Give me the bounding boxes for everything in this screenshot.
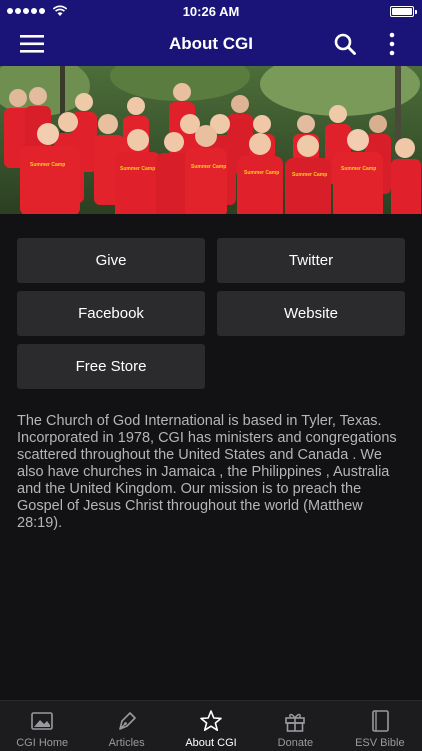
svg-text:Summer Camp: Summer Camp (191, 164, 226, 170)
tab-bar: CGI Home Articles About CGI Donate ESV B… (0, 700, 422, 751)
hero-group-photo: Summer Camp Summer Camp Summer Camp Summ… (0, 66, 422, 214)
give-button[interactable]: Give (17, 238, 205, 283)
tab-cgi-home[interactable]: CGI Home (0, 701, 84, 751)
twitter-button[interactable]: Twitter (217, 238, 405, 283)
gift-icon (285, 713, 306, 732)
about-description: The Church of God International is based… (17, 413, 397, 531)
status-time: 10:26 AM (182, 4, 240, 19)
more-vertical-icon[interactable] (388, 32, 396, 56)
tab-esv-bible[interactable]: ESV Bible (338, 701, 422, 751)
tab-label: Donate (277, 737, 314, 749)
battery-icon (390, 5, 417, 17)
tab-label: About CGI (185, 737, 237, 749)
tab-about-cgi[interactable]: About CGI (169, 701, 253, 751)
nav-bar: About CGI (0, 22, 422, 66)
page-title: About CGI (168, 34, 254, 53)
svg-text:Summer Camp: Summer Camp (292, 172, 327, 178)
svg-text:Summer Camp: Summer Camp (120, 166, 155, 172)
website-button[interactable]: Website (217, 291, 405, 336)
search-icon[interactable] (334, 33, 356, 55)
svg-text:Summer Camp: Summer Camp (244, 170, 279, 176)
facebook-button[interactable]: Facebook (17, 291, 205, 336)
status-bar: 10:26 AM (0, 0, 422, 22)
svg-text:Summer Camp: Summer Camp (341, 166, 376, 172)
image-icon (31, 712, 54, 730)
star-icon (200, 710, 222, 731)
tab-label: CGI Home (16, 737, 69, 749)
svg-text:Summer Camp: Summer Camp (30, 162, 65, 168)
book-icon (372, 710, 389, 732)
tab-label: ESV Bible (355, 737, 405, 749)
tab-donate[interactable]: Donate (253, 701, 337, 751)
pen-icon (118, 712, 136, 730)
free-store-button[interactable]: Free Store (17, 344, 205, 389)
tab-articles[interactable]: Articles (84, 701, 168, 751)
tab-label: Articles (108, 737, 145, 749)
